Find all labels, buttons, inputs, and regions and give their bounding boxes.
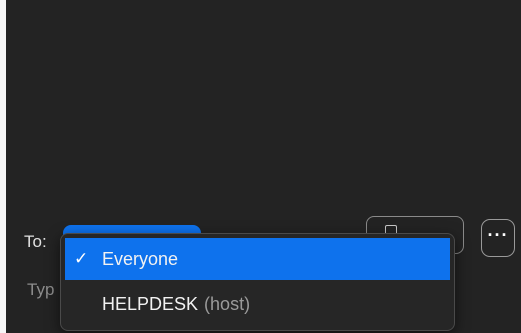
to-label: To: [24,232,47,251]
message-input-placeholder[interactable]: Typ [27,280,54,300]
menu-item-label: Everyone [102,248,179,269]
recipient-dropdown-menu: ✓ Everyone HELPDESK (host) [60,233,455,331]
menu-item-label: HELPDESK [102,293,199,314]
more-options-icon: ··· [487,225,509,245]
checkmark-icon: ✓ [74,249,89,268]
host-badge: (host) [204,293,251,314]
more-options-button[interactable]: ··· [481,219,515,257]
menu-item-everyone[interactable]: ✓ Everyone [65,238,450,280]
menu-item-helpdesk[interactable]: HELPDESK (host) [65,283,450,325]
